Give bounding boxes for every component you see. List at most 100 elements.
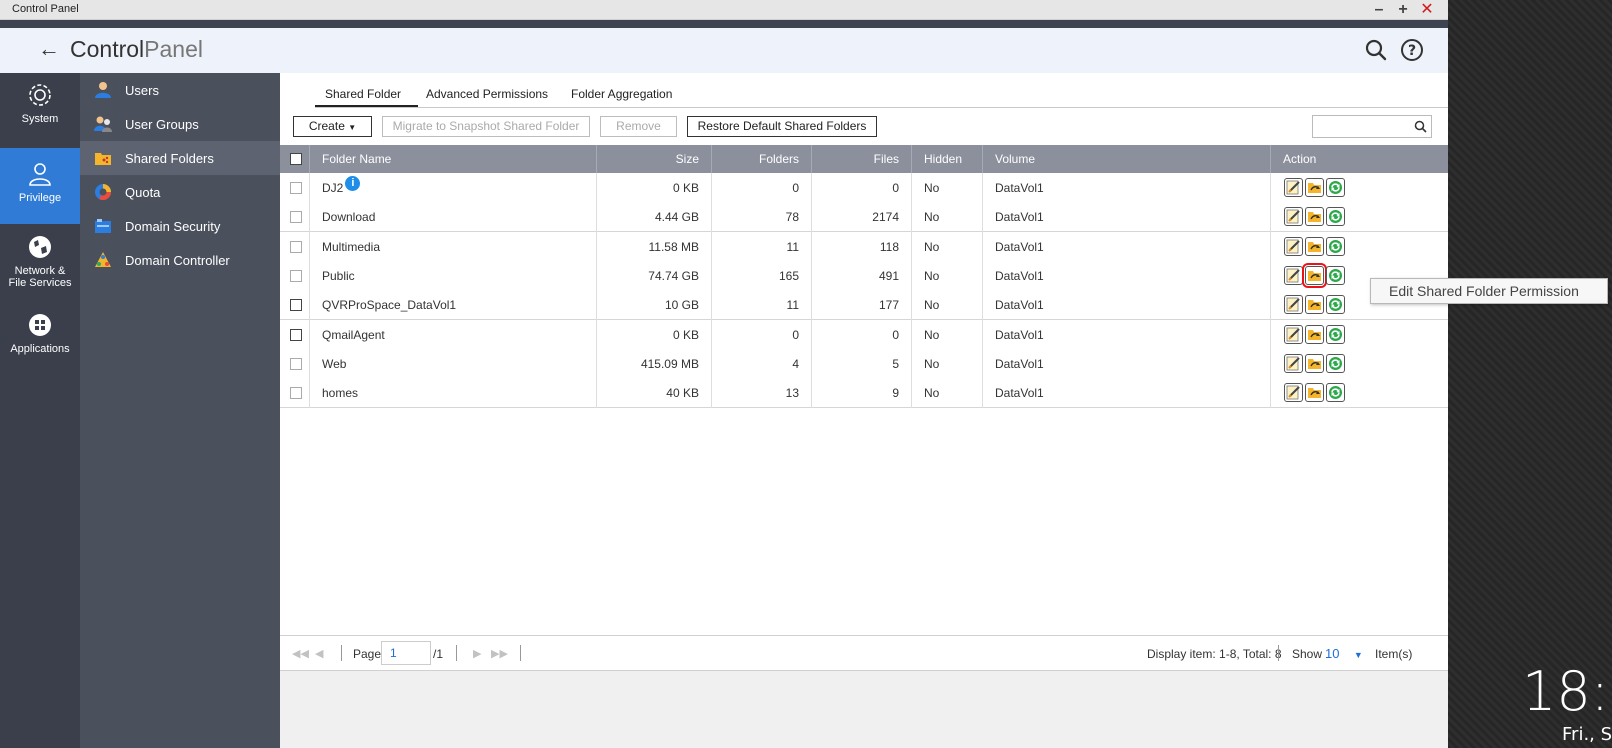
header-files[interactable]: Files — [812, 145, 912, 173]
edit-properties-icon[interactable] — [1284, 353, 1303, 373]
edit-properties-icon[interactable] — [1284, 324, 1303, 344]
table-row[interactable]: DJ2 i 0 KB 0 0 No DataVol1 — [280, 173, 1448, 203]
edit-permission-icon[interactable] — [1305, 383, 1324, 403]
row-checkbox[interactable] — [290, 387, 302, 400]
refresh-sync-icon[interactable] — [1326, 265, 1345, 285]
nav-network-file-services[interactable]: Network & File Services — [0, 233, 80, 303]
remove-button[interactable]: Remove — [600, 116, 677, 137]
tab-advanced-permissions[interactable]: Advanced Permissions — [426, 87, 548, 107]
cell-volume-text: DataVol1 — [995, 239, 1044, 254]
header-folder-name[interactable]: Folder Name — [310, 145, 597, 173]
cell-folders-text: 78 — [785, 210, 799, 225]
maximize-button[interactable]: + — [1394, 1, 1412, 19]
subnav-domain-security[interactable]: Domain Security — [80, 209, 280, 243]
edit-properties-icon[interactable] — [1284, 236, 1303, 256]
pager-separator — [520, 645, 521, 661]
domain-controller-icon — [95, 252, 111, 267]
table-row[interactable]: QmailAgent 0 KB 0 0 No DataVol1 — [280, 319, 1448, 350]
edit-properties-icon[interactable] — [1284, 295, 1303, 315]
row-select-cell — [280, 348, 310, 379]
refresh-sync-icon[interactable] — [1326, 353, 1345, 373]
select-all-checkbox[interactable] — [290, 153, 302, 165]
nav-system[interactable]: System — [0, 81, 80, 143]
cell-name-text: QmailAgent — [322, 327, 385, 342]
search-icon[interactable] — [1414, 120, 1427, 133]
edit-properties-icon[interactable] — [1284, 265, 1303, 285]
cell-files-text: 5 — [892, 356, 899, 371]
cell-size-text: 11.58 MB — [648, 239, 699, 254]
prev-page-icon[interactable]: ◀ — [315, 647, 323, 660]
cell-volume-text: DataVol1 — [995, 268, 1044, 283]
row-checkbox[interactable] — [290, 328, 302, 341]
cell-hidden-text: No — [924, 181, 940, 195]
subnav-quota[interactable]: Quota — [80, 175, 280, 209]
header-size[interactable]: Size — [597, 145, 712, 173]
edit-properties-icon[interactable] — [1284, 178, 1303, 197]
refresh-sync-icon[interactable] — [1326, 178, 1345, 197]
table-row[interactable]: homes 40 KB 13 9 No DataVol1 — [280, 378, 1448, 409]
row-checkbox[interactable] — [290, 182, 302, 194]
header-volume[interactable]: Volume — [983, 145, 1271, 173]
row-checkbox[interactable] — [290, 211, 302, 224]
close-button[interactable]: ✕ — [1418, 1, 1436, 19]
refresh-sync-icon[interactable] — [1326, 295, 1345, 315]
info-icon[interactable]: i — [345, 176, 361, 191]
search-icon[interactable] — [1364, 38, 1388, 62]
refresh-sync-icon[interactable] — [1326, 324, 1345, 344]
create-button[interactable]: Create ▼ — [293, 116, 372, 137]
row-select-cell — [280, 378, 310, 409]
folder-search-input[interactable] — [1313, 116, 1409, 137]
window-titlebar[interactable]: Control Panel – + ✕ — [0, 0, 1448, 20]
edit-permission-icon[interactable] — [1305, 353, 1324, 373]
refresh-sync-icon[interactable] — [1326, 207, 1345, 227]
header-hidden[interactable]: Hidden — [912, 145, 983, 173]
nav-applications[interactable]: Applications — [0, 311, 80, 373]
row-checkbox[interactable] — [290, 240, 302, 253]
edit-permission-icon[interactable] — [1305, 295, 1324, 315]
table-row[interactable]: Public 74.74 GB 165 491 No DataVol1 — [280, 260, 1448, 291]
refresh-sync-icon[interactable] — [1326, 236, 1345, 256]
edit-permission-icon[interactable] — [1305, 236, 1324, 256]
next-page-icon[interactable]: ▶ — [473, 647, 481, 660]
edit-permission-icon[interactable] — [1305, 207, 1324, 227]
nav-privilege[interactable]: Privilege — [0, 148, 80, 224]
subnav-users[interactable]: Users — [80, 73, 280, 107]
tab-folder-aggregation[interactable]: Folder Aggregation — [571, 87, 672, 107]
table-row[interactable]: Multimedia 11.58 MB 11 118 No DataVol1 — [280, 231, 1448, 262]
edit-properties-icon[interactable] — [1284, 207, 1303, 227]
items-per-page-select[interactable]: 10 ▼ — [1325, 646, 1363, 661]
page-label: Page — [353, 647, 382, 661]
header-folders[interactable]: Folders — [712, 145, 812, 173]
table-header: Folder Name Size Folders Files Hidden Vo… — [280, 145, 1448, 173]
subnav-domain-controller[interactable]: Domain Controller — [80, 243, 280, 277]
edit-permission-icon[interactable] — [1305, 178, 1324, 197]
desktop-date: Fri., S — [1562, 724, 1612, 745]
cell-folders: 11 — [712, 231, 812, 262]
first-page-icon[interactable]: ◀◀ — [292, 647, 309, 660]
minimize-button[interactable]: – — [1370, 1, 1388, 19]
row-checkbox[interactable] — [290, 299, 302, 312]
subnav-domain-security-label: Domain Security — [125, 219, 221, 234]
refresh-sync-icon[interactable] — [1326, 383, 1345, 403]
table-row[interactable]: Download 4.44 GB 78 2174 No DataVol1 — [280, 202, 1448, 233]
table-row[interactable]: QVRProSpace_DataVol1 10 GB 11 177 No DataVol1 — [280, 290, 1448, 321]
row-checkbox[interactable] — [290, 357, 302, 370]
page-number-input[interactable] — [381, 641, 431, 665]
cell-hidden-text: No — [924, 356, 940, 371]
last-page-icon[interactable]: ▶▶ — [491, 647, 508, 660]
back-arrow-icon[interactable]: ← — [36, 36, 62, 62]
row-checkbox[interactable] — [290, 269, 302, 282]
edit-permission-icon[interactable] — [1302, 262, 1327, 288]
table-row[interactable]: Web 415.09 MB 4 5 No DataVol1 — [280, 348, 1448, 379]
subnav-shared-folders[interactable]: Shared Folders — [80, 141, 280, 175]
folder-search-field[interactable] — [1312, 115, 1432, 138]
edit-properties-icon[interactable] — [1284, 383, 1303, 403]
cell-volume: DataVol1 — [983, 202, 1271, 233]
edit-permission-icon[interactable] — [1305, 324, 1324, 344]
restore-default-shared-folders-button[interactable]: Restore Default Shared Folders — [687, 116, 877, 137]
help-icon[interactable]: ? — [1400, 38, 1424, 62]
migrate-snapshot-button[interactable]: Migrate to Snapshot Shared Folder — [382, 116, 590, 137]
tab-shared-folder[interactable]: Shared Folder — [315, 87, 418, 107]
subnav-user-groups[interactable]: User Groups — [80, 107, 280, 141]
control-panel-window: Control Panel – + ✕ ← ControlPanel ? Sys… — [0, 0, 1448, 748]
